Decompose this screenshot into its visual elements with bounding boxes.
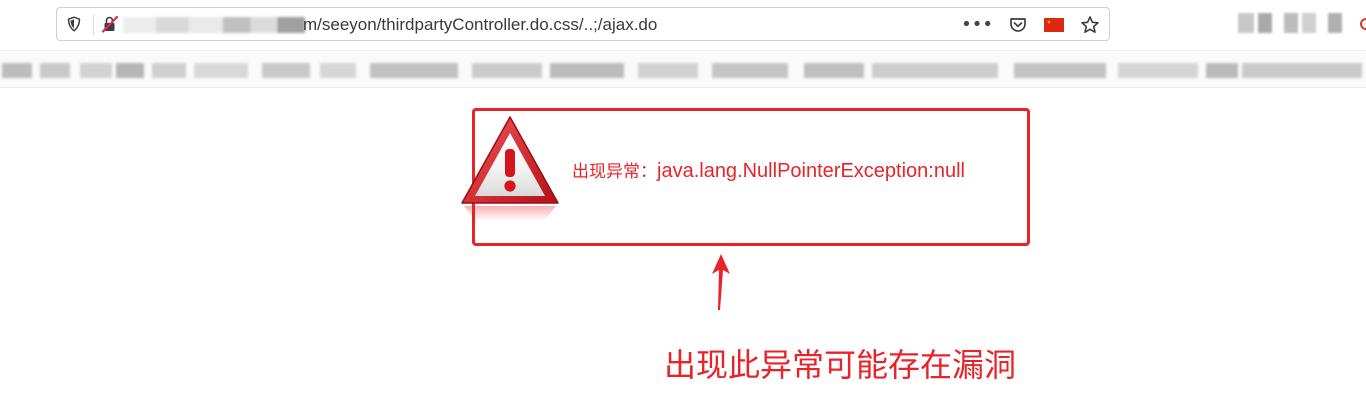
star-icon[interactable] — [1079, 14, 1101, 36]
shield-icon[interactable] — [66, 16, 82, 32]
url-separator — [93, 15, 94, 35]
flag-shape — [1044, 18, 1064, 32]
error-message: 出现异常：java.lang.NullPointerException:null — [572, 158, 965, 184]
address-bar[interactable]: m/seeyon/thirdpartyController.do.css/..;… — [56, 7, 1110, 41]
annotation-text: 出现此异常可能存在漏洞 — [664, 346, 1017, 384]
error-prefix: 出现异常： — [572, 162, 657, 182]
annotation-arrow — [712, 254, 730, 310]
pocket-icon[interactable] — [1007, 14, 1029, 36]
page-actions-menu-button[interactable]: ••• — [961, 14, 993, 36]
notification-edge-icon[interactable] — [1360, 18, 1366, 30]
browser-toolbar: m/seeyon/thirdpartyController.do.css/..;… — [0, 0, 1366, 50]
error-exception: java.lang.NullPointerException:null — [657, 160, 965, 182]
page: m/seeyon/thirdpartyController.do.css/..;… — [0, 0, 1366, 406]
insecure-lock-icon[interactable] — [101, 15, 119, 33]
china-flag-icon[interactable] — [1043, 14, 1065, 36]
url-host-redacted — [123, 17, 305, 33]
warning-icon — [461, 116, 559, 221]
toolbar-extensions-redacted — [1236, 13, 1346, 33]
url-actions: ••• — [961, 14, 1101, 36]
url-text[interactable]: m/seeyon/thirdpartyController.do.css/..;… — [303, 15, 657, 35]
bookmarks-bar-redacted — [0, 50, 1366, 88]
